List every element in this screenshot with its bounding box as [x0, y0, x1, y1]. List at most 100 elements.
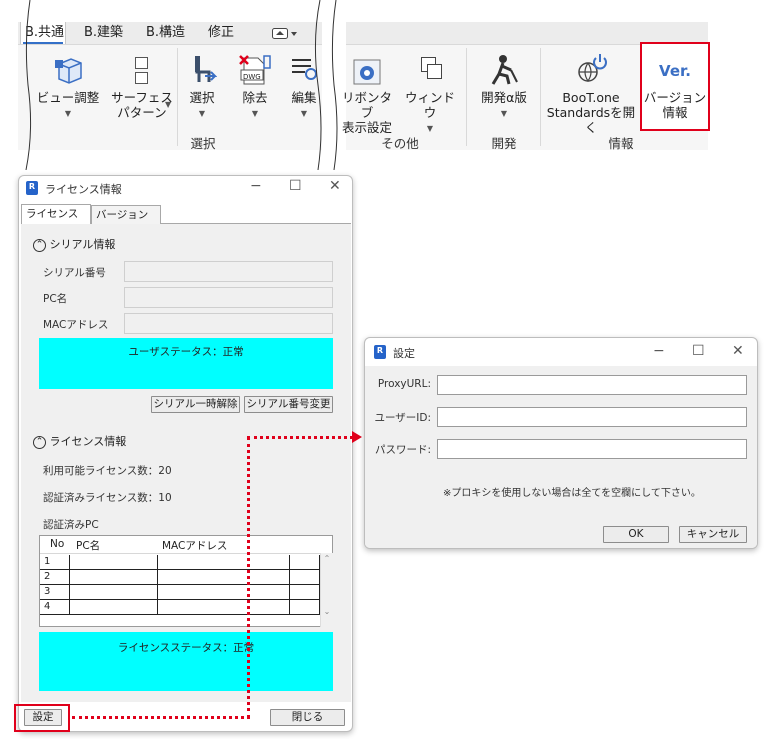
group-label-other: その他	[381, 136, 419, 151]
table-row[interactable]: 2	[40, 570, 320, 585]
proxy-url-input[interactable]	[437, 375, 747, 395]
mac-address-field[interactable]	[124, 313, 333, 334]
close-icon[interactable]: ✕	[329, 178, 341, 194]
connector-bottom	[72, 716, 250, 719]
app-logo-icon: R	[26, 181, 38, 195]
settings-window-titlebar: R 設定 − ☐ ✕	[365, 338, 757, 366]
window-label: ウィンドウ	[404, 90, 455, 120]
available-licenses-text: 利用可能ライセンス数：20	[43, 465, 172, 477]
table-row[interactable]: 1	[40, 555, 320, 570]
certified-pc-label: 認証済みPC	[43, 519, 99, 531]
table-cell-pc	[70, 600, 158, 615]
user-id-input[interactable]	[437, 407, 747, 427]
close-icon[interactable]: ✕	[732, 343, 744, 359]
table-cell-extra	[290, 600, 320, 615]
table-cell-mac	[158, 555, 290, 570]
user-status-banner: ユーザステータス：正常	[39, 338, 333, 389]
settings-window: R 設定 − ☐ ✕ ProxyURL: ユーザーID: パスワード: ※プロキ…	[364, 337, 758, 549]
serial-number-label: シリアル番号	[43, 267, 106, 279]
table-cell-extra	[290, 570, 320, 585]
ribbon-tab-settings-label-1: リボンタブ	[341, 90, 392, 120]
serial-change-button[interactable]: シリアル番号変更	[244, 396, 333, 413]
table-body: 1 2 3 4	[40, 555, 320, 615]
column-header-mac[interactable]: MACアドレス	[162, 538, 227, 553]
version-info-label-1: バージョン	[643, 90, 707, 105]
scroll-up-icon[interactable]: ⌃	[321, 554, 333, 563]
license-section-header: ライセンス情報	[49, 435, 127, 448]
table-cell-pc	[70, 585, 158, 600]
minimize-icon[interactable]: −	[250, 178, 262, 194]
window-button[interactable]: ウィンドウ ▼	[402, 54, 458, 136]
user-id-label: ユーザーID:	[374, 412, 431, 424]
collapse-icon: ⌃	[33, 238, 46, 252]
table-cell-mac	[158, 600, 290, 615]
table-cell-no: 2	[40, 570, 70, 585]
table-cell-extra	[290, 555, 320, 570]
ribbon-divider	[466, 48, 467, 146]
pc-name-field[interactable]	[124, 287, 333, 308]
table-header-divider	[40, 553, 320, 554]
pc-name-label: PC名	[43, 293, 68, 305]
ribbon-divider	[540, 48, 541, 146]
open-boot-standards-button[interactable]: BooT.one Standardsを開く	[543, 54, 639, 135]
group-label-info: 情報	[608, 136, 634, 151]
version-info-button[interactable]: Ver. バージョン 情報	[642, 60, 708, 120]
license-status-banner: ライセンスステータス：正常	[39, 632, 333, 691]
cancel-button[interactable]: キャンセル	[679, 526, 747, 543]
table-cell-no: 4	[40, 600, 70, 615]
tab-license-management[interactable]: ライセンス管理	[21, 204, 91, 238]
revit-ribbon: B.共通 B.建築 B.構造 修正 ビュー調整 ▼ サーフェス パターン ▼ 選…	[0, 0, 776, 170]
app-logo-icon: R	[374, 345, 386, 359]
license-info-window: R ライセンス情報 − ☐ ✕ ライセンス管理 バージョン情報 ⌃ シリアル情報…	[18, 175, 353, 732]
table-row[interactable]: 4	[40, 600, 320, 615]
password-label: パスワード:	[374, 444, 431, 456]
serial-temp-release-button[interactable]: シリアル一時解除	[151, 396, 240, 413]
connector-vertical	[247, 437, 250, 718]
ver-icon: Ver.	[659, 62, 691, 80]
ok-button[interactable]: OK	[603, 526, 669, 543]
connector-top	[247, 436, 353, 439]
scroll-down-icon[interactable]: ⌄	[321, 607, 333, 616]
settings-button-highlight	[14, 704, 70, 732]
maximize-icon[interactable]: ☐	[692, 343, 705, 359]
license-tab-bar: ライセンス管理 バージョン情報	[21, 204, 351, 239]
arrow-right-icon	[352, 431, 362, 443]
table-cell-mac	[158, 570, 290, 585]
proxy-url-label: ProxyURL:	[377, 378, 431, 390]
table-row[interactable]: 3	[40, 585, 320, 600]
settings-window-title: 設定	[393, 347, 415, 360]
license-section-toggle[interactable]: ⌃ ライセンス情報	[33, 433, 126, 449]
table-cell-no: 1	[40, 555, 70, 570]
open-boot-label-1: BooT.one	[562, 90, 620, 105]
minimize-icon[interactable]: −	[653, 343, 665, 359]
certified-pc-table[interactable]: No PC名 MACアドレス 1 2 3 4 ⌃ ⌄	[39, 535, 333, 627]
serial-section-header: シリアル情報	[49, 238, 116, 251]
tab-version-info[interactable]: バージョン情報	[91, 205, 161, 239]
table-cell-mac	[158, 585, 290, 600]
ribbon-tab-settings-button[interactable]: リボンタブ 表示設定	[336, 54, 398, 135]
worker-icon	[491, 55, 518, 85]
table-cell-extra	[290, 585, 320, 600]
serial-section-toggle[interactable]: ⌃ シリアル情報	[33, 236, 115, 252]
password-input[interactable]	[437, 439, 747, 459]
maximize-icon[interactable]: ☐	[289, 178, 302, 194]
column-header-no[interactable]: No	[50, 538, 64, 550]
gear-icon	[353, 59, 381, 85]
dev-alpha-label: 開発α版	[481, 90, 527, 105]
window-icon	[421, 57, 442, 79]
proxy-note-text: ※プロキシを使用しない場合は全てを空欄にして下さい。	[443, 488, 701, 499]
close-button[interactable]: 閉じる	[270, 709, 345, 726]
globe-power-icon	[578, 54, 607, 83]
certified-licenses-text: 認証済みライセンス数：10	[43, 492, 172, 504]
dev-alpha-button[interactable]: 開発α版 ▼	[474, 54, 534, 121]
table-cell-pc	[70, 555, 158, 570]
table-cell-no: 3	[40, 585, 70, 600]
group-label-develop: 開発	[491, 136, 517, 151]
collapse-icon: ⌃	[33, 435, 46, 449]
column-header-pc-name[interactable]: PC名	[76, 538, 100, 553]
table-scrollbar[interactable]: ⌃ ⌄	[320, 553, 333, 627]
open-boot-label-2: Standardsを開く	[546, 105, 636, 135]
table-cell-pc	[70, 570, 158, 585]
license-window-title: ライセンス情報	[45, 183, 122, 196]
serial-number-field[interactable]	[124, 261, 333, 282]
